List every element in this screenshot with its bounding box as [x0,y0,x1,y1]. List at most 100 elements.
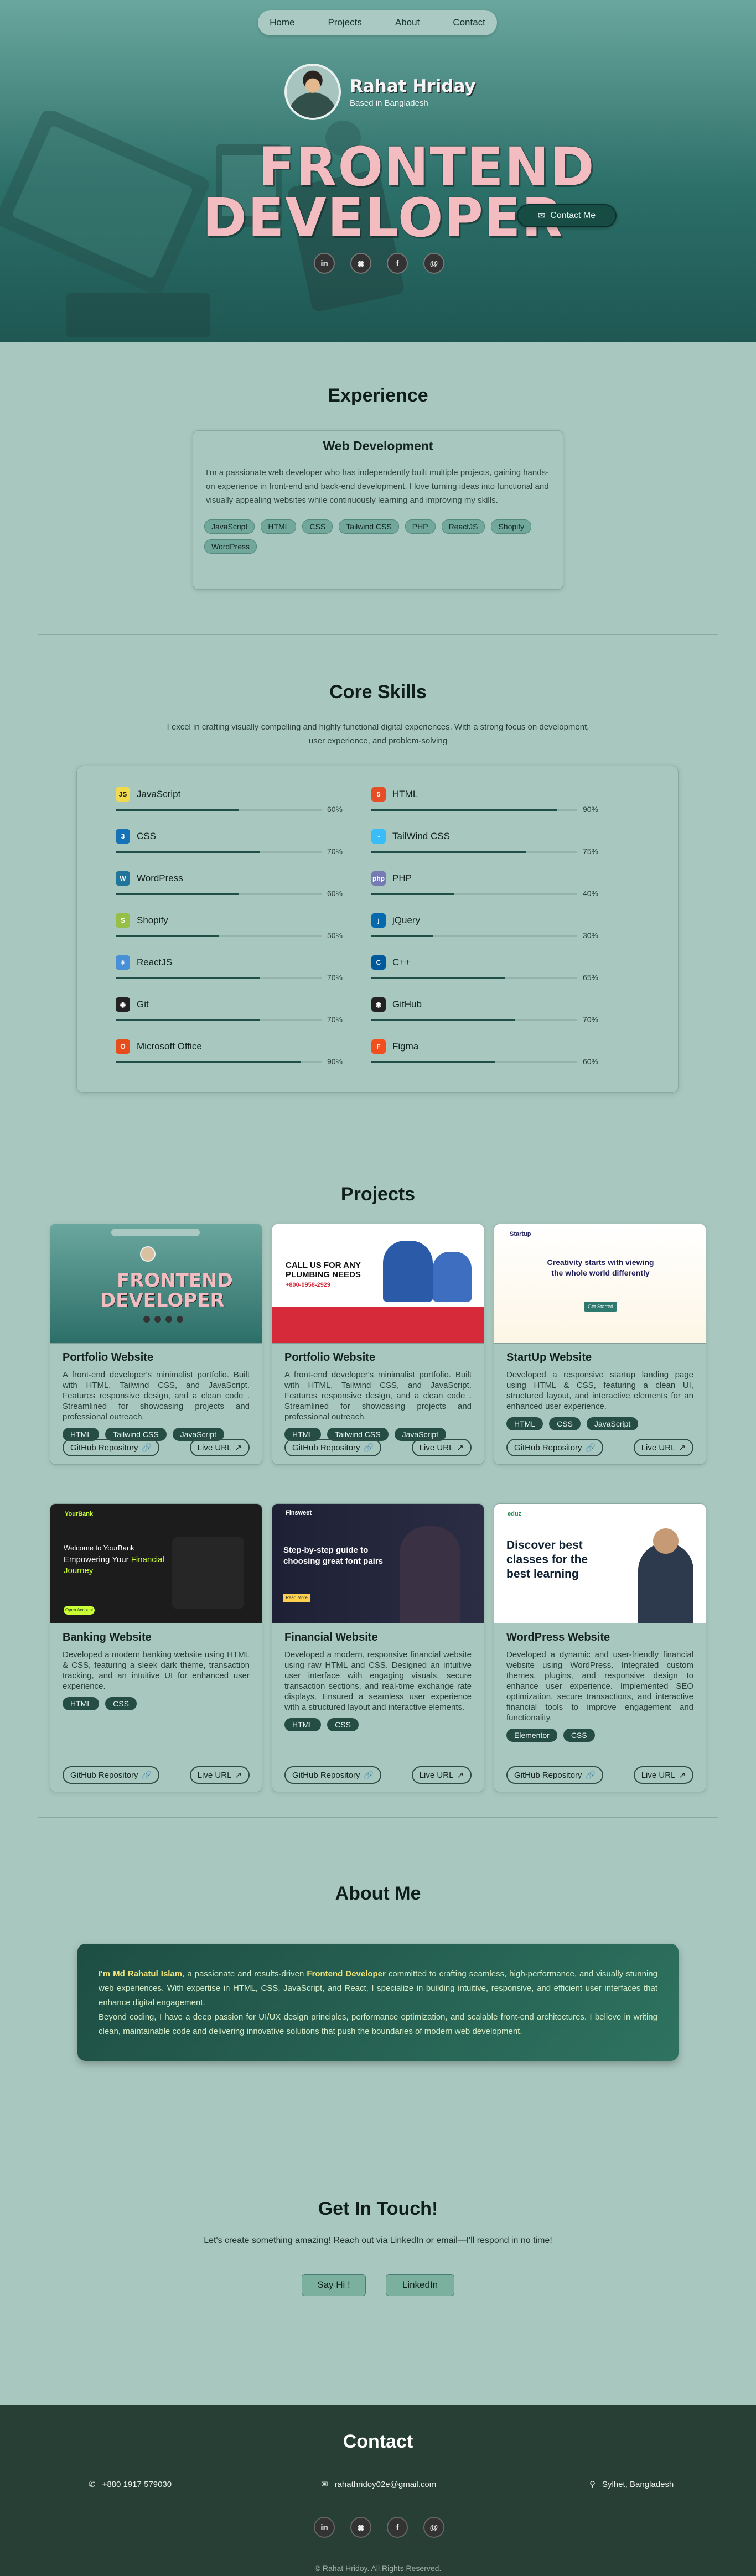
wordpress-icon: W [116,871,130,886]
project-screenshot[interactable]: CALL US FOR ANY PLUMBING NEEDS +800-0958-… [272,1224,484,1344]
project-card: YourBank Welcome to YourBank Empowering Yo… [50,1503,262,1792]
facebook-icon[interactable]: f [387,253,408,274]
about-card: I'm Md Rahatul Islam, a passionate and r… [77,1944,679,2061]
footer-email[interactable]: ✉ rahathridoy02e@gmail.com [321,2479,436,2490]
live-url-button[interactable]: Live URL ↗ [411,1439,472,1456]
mail-icon: ✉ [537,211,546,221]
skill-item: W WordPress 60% [116,871,343,904]
skill-percent: 70% [327,973,343,982]
skill-tag: Tailwind CSS [339,519,399,534]
github-repository-button[interactable]: GitHub Repository 🔗 [284,1766,382,1784]
skill-name: C++ [392,957,411,967]
skill-progress-track [371,851,577,853]
nav-contact[interactable]: Contact [448,14,490,32]
skill-progress-fill [116,977,260,979]
skill-progress-track [371,1019,577,1021]
skill-name: WordPress [137,873,183,883]
github-icon[interactable]: ◉ [350,253,371,274]
skill-progress-fill [371,935,433,937]
say-hi-button[interactable]: Say Hi ! [302,2274,366,2296]
github-repository-button[interactable]: GitHub Repository 🔗 [63,1766,160,1784]
skill-percent: 60% [327,805,343,814]
link-icon: 🔗 [585,1771,596,1780]
about-paragraph-1: I'm Md Rahatul Islam, a passionate and r… [99,1969,657,2007]
skill-percent: 70% [582,1015,598,1024]
nav-projects[interactable]: Projects [323,14,366,32]
linkedin-icon[interactable]: in [314,2517,335,2538]
footer-heading: Contact [343,2431,413,2452]
tailwind-icon: ~ [371,829,386,844]
shopify-icon: S [116,913,130,928]
mail-icon[interactable]: @ [423,253,444,274]
skill-progress-track [371,893,577,895]
phone-icon: ✆ [89,2480,96,2489]
skill-progress-track [371,1061,577,1063]
cplusplus-icon: C [371,955,386,970]
live-url-button[interactable]: Live URL ↗ [633,1766,693,1784]
project-title: WordPress Website [506,1631,610,1643]
github-icon[interactable]: ◉ [350,2517,371,2538]
project-tag: HTML [284,1718,322,1731]
live-url-button[interactable]: Live URL ↗ [411,1766,472,1784]
jquery-icon: j [371,913,386,928]
skill-percent: 40% [582,889,598,898]
experience-card: Web Development I'm a passionate web dev… [193,430,563,590]
project-tags: HTML CSS JavaScript [506,1417,693,1430]
skill-tag: CSS [302,519,333,534]
skill-item: JS JavaScript 60% [116,787,343,820]
hero-social-links: in ◉ f @ [314,253,444,274]
linkedin-button[interactable]: LinkedIn [386,2274,454,2296]
project-screenshot[interactable]: FRONTEND DEVELOPER [50,1224,262,1344]
skill-tag: WordPress [204,539,257,554]
skill-name: Microsoft Office [137,1041,202,1052]
project-screenshot[interactable]: eduz Discover best classes for the best l… [494,1504,706,1623]
project-screenshot[interactable]: YourBank Welcome to YourBank Empowering Yo… [50,1504,262,1623]
live-url-button[interactable]: Live URL ↗ [189,1439,250,1456]
hero-title-line2: DEVELOPER [203,187,564,249]
live-url-button[interactable]: Live URL ↗ [633,1439,693,1456]
skill-percent: 50% [327,931,343,940]
skill-progress-fill [116,809,240,811]
project-tag: CSS [563,1729,595,1742]
project-description: Developed a modern banking website using… [63,1650,250,1691]
skill-name: CSS [137,831,156,841]
facebook-icon[interactable]: f [387,2517,408,2538]
external-link-icon: ↗ [235,1443,242,1453]
skill-progress-fill [371,851,526,853]
skill-progress-fill [116,1019,260,1021]
profile-block: Rahat Hriday Based in Bangladesh [284,64,476,120]
link-icon: 🔗 [141,1771,152,1780]
github-repository-button[interactable]: GitHub Repository 🔗 [506,1439,604,1456]
section-divider [38,634,718,635]
footer: Contact ✆ +880 1917 579030 ✉ rahathridoy02… [0,2405,756,2576]
skill-percent: 70% [327,1015,343,1024]
skill-progress-fill [116,935,219,937]
nav-about[interactable]: About [391,14,424,32]
skill-percent: 90% [327,1057,343,1066]
skill-progress-track [371,809,577,811]
linkedin-icon[interactable]: in [314,253,335,274]
skill-name: jQuery [392,915,421,925]
skill-name: GitHub [392,999,422,1009]
skill-progress-track [116,935,322,937]
nav-home[interactable]: Home [265,14,299,32]
github-repository-button[interactable]: GitHub Repository 🔗 [506,1766,604,1784]
skill-name: HTML [392,789,418,799]
skill-progress-fill [116,851,260,853]
mail-icon[interactable]: @ [423,2517,444,2538]
skill-name: Shopify [137,915,168,925]
live-url-button[interactable]: Live URL ↗ [189,1766,250,1784]
skill-name: TailWind CSS [392,831,450,841]
project-card: Finsweet Step-by-step guide to choosing g… [272,1503,484,1792]
skill-progress-track [371,977,577,979]
skill-name: Git [137,999,149,1009]
project-tags: HTML CSS [284,1718,472,1731]
github-repository-button[interactable]: GitHub Repository 🔗 [284,1439,382,1456]
copyright: © Rahat Hridoy. All Rights Reserved. [314,2564,442,2573]
hero-section: Home Projects About Contact Rahat Hriday… [0,0,756,342]
github-repository-button[interactable]: GitHub Repository 🔗 [63,1439,160,1456]
contact-me-button[interactable]: ✉ Contact Me [517,204,617,227]
project-screenshot[interactable]: Startup Creativity starts with viewing th… [494,1224,706,1344]
skills-intro: I excel in crafting visually compelling … [167,722,589,746]
project-screenshot[interactable]: Finsweet Step-by-step guide to choosing g… [272,1504,484,1623]
